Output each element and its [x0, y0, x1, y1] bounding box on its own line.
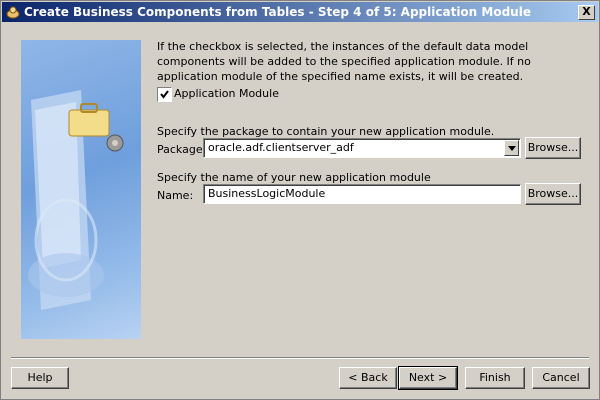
wizard-icon [6, 6, 20, 19]
application-module-label[interactable]: Application Module [174, 87, 279, 100]
name-instruction: Specify the name of your new application… [157, 171, 431, 184]
separator [11, 357, 589, 359]
name-browse-button[interactable]: Browse... [525, 183, 581, 205]
close-icon: X [582, 5, 591, 18]
package-combobox[interactable]: oracle.adf.clientserver_adf [203, 138, 521, 158]
cancel-button[interactable]: Cancel [532, 367, 590, 389]
title-bar: Create Business Components from Tables -… [2, 2, 598, 22]
checkmark-icon [160, 90, 169, 99]
wizard-illustration [21, 40, 141, 339]
name-label: Name: [157, 189, 194, 202]
wizard-window: Create Business Components from Tables -… [0, 0, 600, 400]
package-label: Package: [157, 143, 207, 156]
package-value: oracle.adf.clientserver_adf [208, 141, 354, 154]
close-button[interactable]: X [578, 5, 595, 20]
application-module-checkbox[interactable] [157, 87, 172, 102]
back-button[interactable]: < Back [339, 367, 397, 389]
name-field[interactable]: BusinessLogicModule [203, 184, 521, 204]
finish-button[interactable]: Finish [465, 367, 525, 389]
description-text: If the checkbox is selected, the instanc… [157, 40, 531, 83]
next-button[interactable]: Next > [398, 366, 458, 390]
package-instruction: Specify the package to contain your new … [157, 125, 495, 138]
window-title: Create Business Components from Tables -… [24, 5, 531, 19]
illustration-graphic [28, 90, 124, 310]
package-dropdown-button[interactable] [504, 140, 519, 156]
name-value: BusinessLogicModule [208, 187, 326, 200]
chevron-down-icon [508, 146, 516, 151]
help-button[interactable]: Help [11, 367, 69, 389]
package-browse-button[interactable]: Browse... [525, 137, 581, 159]
